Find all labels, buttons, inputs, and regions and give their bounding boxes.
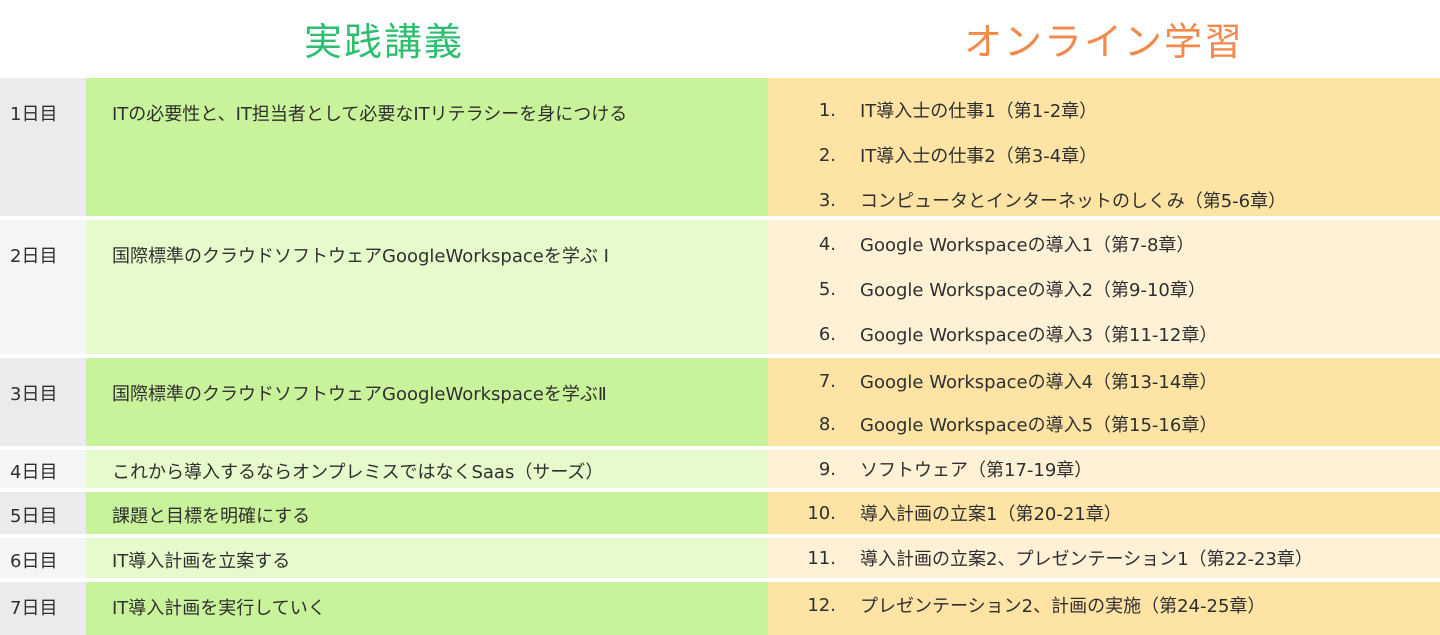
- item-number: 12.: [807, 594, 836, 616]
- online-cell: 4. Google Workspaceの導入1（第7-8章） 5. Google W…: [768, 220, 1440, 354]
- item-number: 10.: [807, 502, 836, 524]
- online-header: オンライン学習: [963, 19, 1244, 64]
- item-number: 3.: [818, 189, 836, 211]
- day-label: 2日目: [0, 220, 86, 354]
- lecture-cell: IT導入計画を立案する: [86, 538, 768, 578]
- day-label: 7日目: [0, 582, 86, 635]
- online-item: 10. 導入計画の立案1（第20-21章）: [768, 491, 1440, 535]
- day-label: 6日目: [0, 538, 86, 578]
- schedule-row-day5: 5日目 課題と目標を明確にする 10. 導入計画の立案1（第20-21章）: [0, 492, 1440, 534]
- item-number: 7.: [818, 370, 836, 392]
- schedule-row-day7: 7日目 IT導入計画を実行していく 12. プレゼンテーション2、計画の実施（第2…: [0, 582, 1440, 635]
- day-label: 1日目: [0, 78, 86, 216]
- lecture-cell: これから導入するならオンプレミスではなくSaas（サーズ）: [86, 450, 768, 488]
- online-item: 9. ソフトウェア（第17-19章）: [768, 447, 1440, 491]
- online-item: 2. IT導入士の仕事2（第3-4章）: [768, 133, 1440, 177]
- online-cell: 9. ソフトウェア（第17-19章）: [768, 450, 1440, 488]
- online-cell: 1. IT導入士の仕事1（第1-2章） 2. IT導入士の仕事2（第3-4章） 3.…: [768, 78, 1440, 216]
- online-item: 5. Google Workspaceの導入2（第9-10章）: [768, 267, 1440, 311]
- online-item: 4. Google Workspaceの導入1（第7-8章）: [768, 222, 1440, 266]
- schedule-row-day6: 6日目 IT導入計画を立案する 11. 導入計画の立案2、プレゼンテーション1（第…: [0, 538, 1440, 578]
- item-number: 2.: [818, 144, 836, 166]
- day-label: 3日目: [0, 358, 86, 446]
- schedule-row-day4: 4日目 これから導入するならオンプレミスではなくSaas（サーズ） 9. ソフトウ…: [0, 450, 1440, 488]
- online-cell: 7. Google Workspaceの導入4（第13-14章） 8. Google…: [768, 358, 1440, 446]
- day-label: 5日目: [0, 492, 86, 534]
- item-text: Google Workspaceの導入2（第9-10章）: [860, 280, 1206, 301]
- online-cell: 11. 導入計画の立案2、プレゼンテーション1（第22-23章）: [768, 538, 1440, 578]
- item-number: 6.: [818, 323, 836, 345]
- item-text: 導入計画の立案2、プレゼンテーション1（第22-23章）: [860, 549, 1313, 570]
- online-item: 11. 導入計画の立案2、プレゼンテーション1（第22-23章）: [768, 536, 1440, 580]
- online-item: 1. IT導入士の仕事1（第1-2章）: [768, 88, 1440, 132]
- item-text: Google Workspaceの導入5（第15-16章）: [860, 415, 1218, 436]
- lecture-cell: 国際標準のクラウドソフトウェアGoogleWorkspaceを学ぶⅡ: [86, 358, 768, 446]
- item-text: コンピュータとインターネットのしくみ（第5-6章）: [860, 191, 1287, 212]
- lecture-cell: ITの必要性と、IT担当者として必要なITリテラシーを身につける: [86, 78, 768, 216]
- item-number: 9.: [818, 458, 836, 480]
- online-cell: 10. 導入計画の立案1（第20-21章）: [768, 492, 1440, 534]
- item-text: Google Workspaceの導入4（第13-14章）: [860, 372, 1218, 393]
- lecture-cell: 国際標準のクラウドソフトウェアGoogleWorkspaceを学ぶ Ⅰ: [86, 220, 768, 354]
- item-number: 4.: [818, 233, 836, 255]
- schedule-row-day3: 3日目 国際標準のクラウドソフトウェアGoogleWorkspaceを学ぶⅡ 7…: [0, 358, 1440, 446]
- item-text: IT導入士の仕事1（第1-2章）: [860, 101, 1098, 122]
- item-number: 11.: [807, 547, 836, 569]
- item-text: 導入計画の立案1（第20-21章）: [860, 504, 1122, 525]
- item-text: Google Workspaceの導入1（第7-8章）: [860, 235, 1195, 256]
- schedule-row-day1: 1日目 ITの必要性と、IT担当者として必要なITリテラシーを身につける 1. I…: [0, 78, 1440, 216]
- item-number: 1.: [818, 99, 836, 121]
- lecture-header: 実践講義: [303, 19, 464, 64]
- item-text: Google Workspaceの導入3（第11-12章）: [860, 325, 1218, 346]
- schedule-row-day2: 2日目 国際標準のクラウドソフトウェアGoogleWorkspaceを学ぶ Ⅰ …: [0, 220, 1440, 354]
- item-text: IT導入士の仕事2（第3-4章）: [860, 146, 1098, 167]
- item-number: 5.: [818, 278, 836, 300]
- item-text: プレゼンテーション2、計画の実施（第24-25章）: [860, 596, 1266, 617]
- online-item: 6. Google Workspaceの導入3（第11-12章）: [768, 312, 1440, 356]
- lecture-cell: IT導入計画を実行していく: [86, 582, 768, 635]
- day-label: 4日目: [0, 450, 86, 488]
- item-number: 8.: [818, 413, 836, 435]
- online-item: 12. プレゼンテーション2、計画の実施（第24-25章）: [768, 583, 1440, 627]
- online-item: 8. Google Workspaceの導入5（第15-16章）: [768, 402, 1440, 446]
- item-text: ソフトウェア（第17-19章）: [860, 460, 1093, 481]
- lecture-cell: 課題と目標を明確にする: [86, 492, 768, 534]
- online-cell: 12. プレゼンテーション2、計画の実施（第24-25章）: [768, 582, 1440, 635]
- online-item: 7. Google Workspaceの導入4（第13-14章）: [768, 359, 1440, 403]
